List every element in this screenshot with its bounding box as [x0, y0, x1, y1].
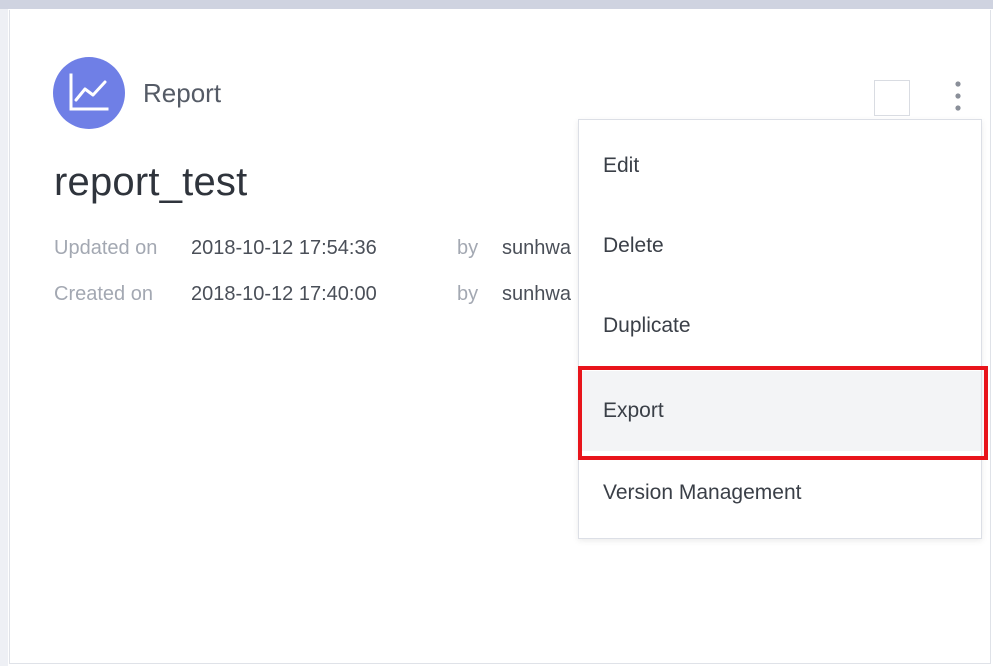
updated-date: 2018-10-12 17:54:36: [191, 237, 377, 259]
created-date: 2018-10-12 17:40:00: [191, 283, 377, 305]
card-type-label: Report: [143, 78, 222, 108]
menu-item-edit[interactable]: Edit: [579, 126, 981, 206]
left-border: [0, 9, 8, 666]
select-checkbox[interactable]: [874, 80, 910, 116]
export-highlight-box: [578, 366, 988, 460]
menu-item-delete[interactable]: Delete: [579, 206, 981, 286]
updated-label: Updated on: [54, 237, 158, 259]
updated-user: sunhwa: [502, 237, 571, 259]
created-user: sunhwa: [502, 283, 571, 305]
context-menu: Edit Delete Duplicate Export Version Man…: [578, 119, 982, 539]
menu-item-duplicate[interactable]: Duplicate: [579, 286, 981, 366]
more-vertical-icon[interactable]: [946, 76, 970, 116]
created-by-label: by: [457, 283, 479, 305]
page: Report report_test Updated on 2018-10-12…: [0, 0, 993, 666]
created-label: Created on: [54, 283, 153, 305]
report-title[interactable]: report_test: [54, 160, 247, 205]
menu-item-version-management[interactable]: Version Management: [579, 453, 981, 533]
top-bar: [0, 0, 993, 9]
updated-by-label: by: [457, 237, 479, 259]
line-chart-icon: [53, 57, 125, 129]
